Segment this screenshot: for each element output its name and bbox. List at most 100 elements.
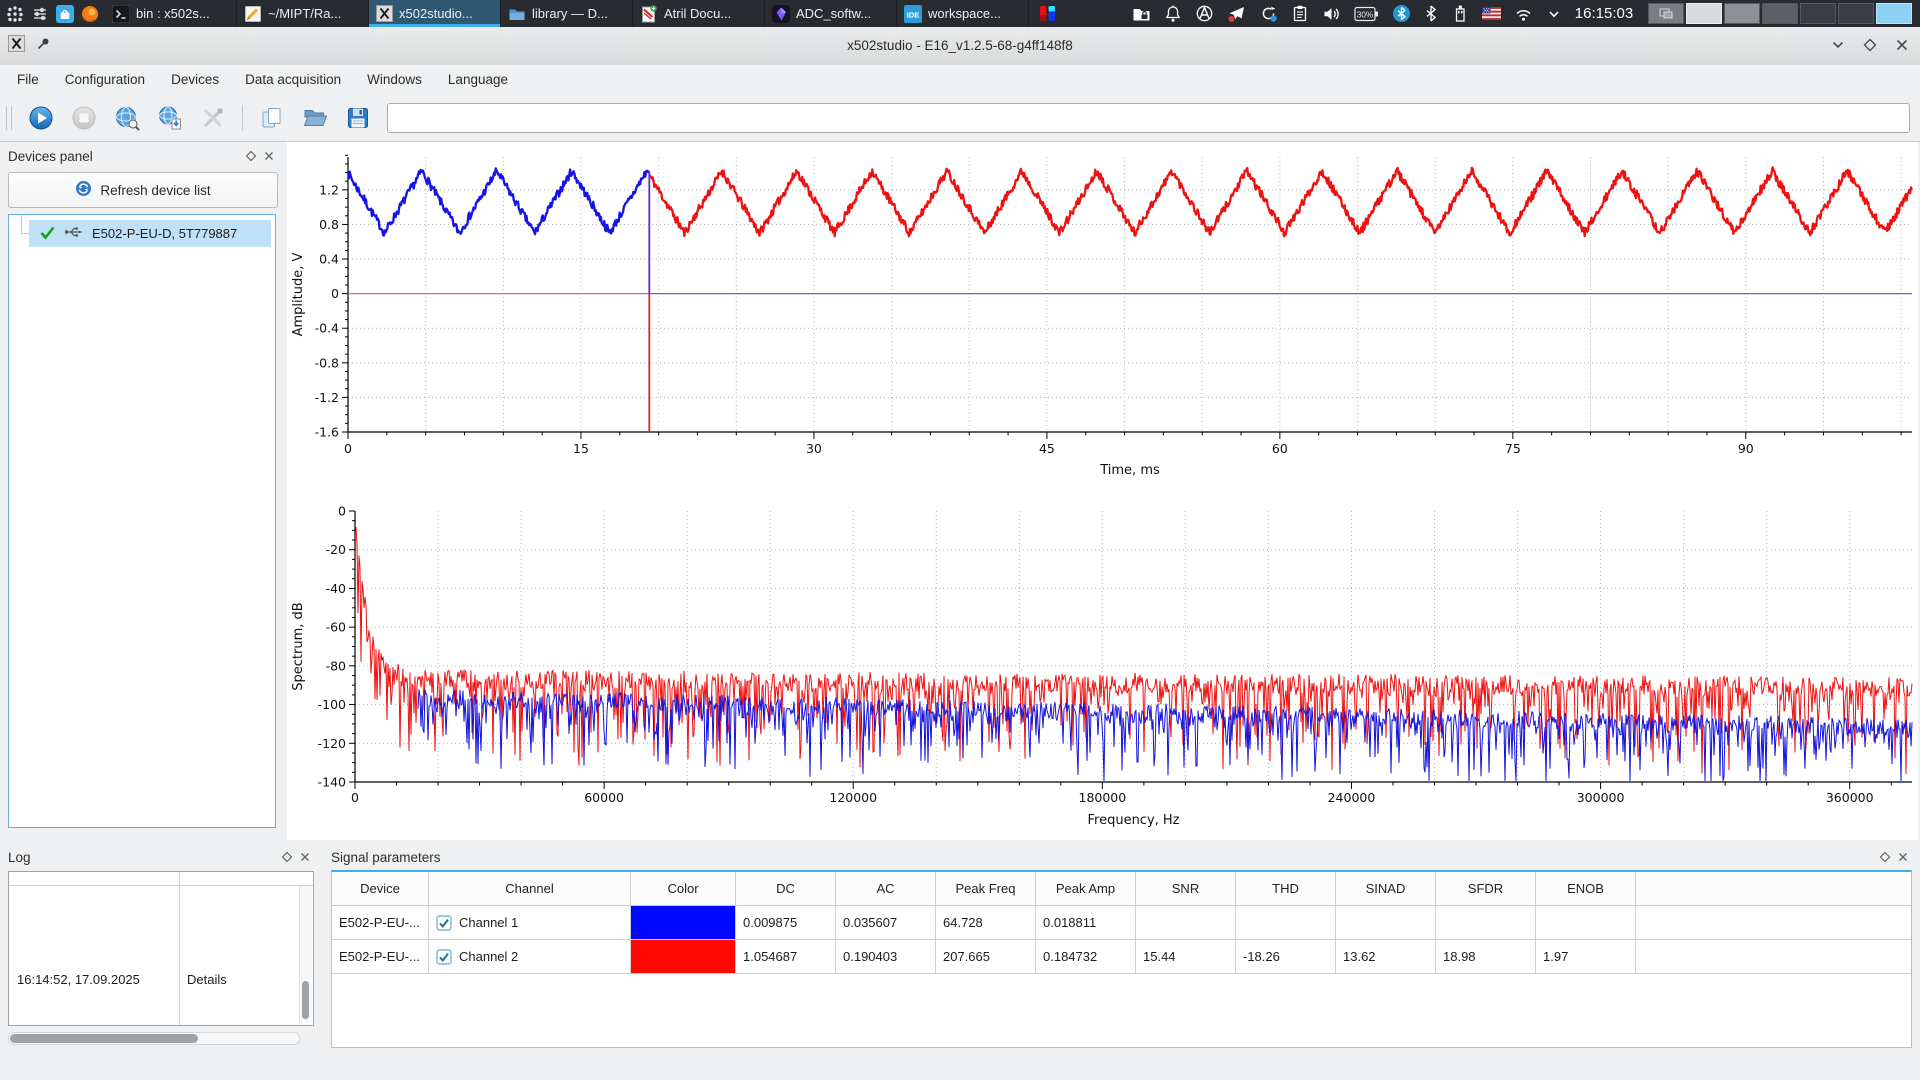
menu-data-acquisition[interactable]: Data acquisition xyxy=(232,65,354,95)
refresh-device-list-button[interactable]: Refresh device list xyxy=(8,172,278,208)
clock[interactable]: 16:15:03 xyxy=(1564,0,1644,27)
log-entry-details[interactable]: Details xyxy=(187,972,227,987)
system-tray: 30% xyxy=(1038,0,1562,27)
svg-text:360000: 360000 xyxy=(1826,790,1874,805)
taskbar-window-button[interactable]: library — D... xyxy=(501,0,633,27)
firefox-icon[interactable] xyxy=(81,5,99,23)
taskbar-window-label: library — D... xyxy=(532,6,608,21)
column-header-thd[interactable]: THD xyxy=(1236,872,1336,905)
tray-levels-icon[interactable] xyxy=(1038,4,1057,24)
float-panel-icon[interactable] xyxy=(1876,848,1894,866)
scrollbar-thumb[interactable] xyxy=(10,1034,198,1043)
close-panel-icon[interactable] xyxy=(296,848,314,866)
float-panel-icon[interactable] xyxy=(242,147,260,165)
column-header-device[interactable]: Device xyxy=(332,872,429,905)
close-panel-icon[interactable] xyxy=(260,147,278,165)
system-settings-icon[interactable] xyxy=(31,5,49,23)
taskbar-window-button[interactable]: ~/MIPT/Ra... xyxy=(237,0,369,27)
device-label: E502-P-EU-D, 5T779887 xyxy=(92,226,237,241)
start-acquisition-button[interactable] xyxy=(27,104,55,132)
virtual-desktop-5[interactable] xyxy=(1800,3,1836,24)
svg-text:0: 0 xyxy=(351,790,359,805)
app-menu-icon[interactable] xyxy=(6,5,24,23)
folder-lock-icon[interactable] xyxy=(1132,4,1151,24)
network-search-button[interactable] xyxy=(113,104,141,132)
wifi-icon[interactable] xyxy=(1514,4,1533,24)
tools-button[interactable] xyxy=(199,104,227,132)
copy-button[interactable] xyxy=(258,104,286,132)
column-header-peak-amp[interactable]: Peak Amp xyxy=(1036,872,1136,905)
time-waveform-chart[interactable]: 01530456075901.20.80.40-0.4-0.8-1.2-1.6T… xyxy=(287,142,1918,492)
clipboard-icon[interactable] xyxy=(1291,4,1309,24)
log-vertical-scrollbar[interactable] xyxy=(299,886,312,1023)
device-tree[interactable]: E502-P-EU-D, 5T779887 xyxy=(8,214,276,828)
close-panel-icon[interactable] xyxy=(1894,848,1912,866)
color-cell[interactable] xyxy=(631,940,736,973)
log-horizontal-scrollbar[interactable] xyxy=(8,1032,300,1045)
menu-configuration[interactable]: Configuration xyxy=(52,65,158,95)
float-panel-icon[interactable] xyxy=(278,848,296,866)
folder-open-icon xyxy=(302,105,328,131)
terminal-icon xyxy=(112,5,130,23)
toolbar-input[interactable] xyxy=(387,103,1910,133)
column-header-color[interactable]: Color xyxy=(631,872,736,905)
bluetooth-active-icon[interactable] xyxy=(1392,4,1411,24)
notifications-icon[interactable] xyxy=(1164,4,1182,24)
column-header-sinad[interactable]: SINAD xyxy=(1336,872,1436,905)
color-cell[interactable] xyxy=(631,906,736,939)
keyboard-us-flag-icon[interactable] xyxy=(1482,4,1501,24)
device-cell: E502-P-EU-... xyxy=(332,940,429,973)
close-window-button[interactable] xyxy=(1894,37,1910,58)
taskbar-window-button[interactable]: x502studio... xyxy=(369,0,501,27)
column-header-channel[interactable]: Channel xyxy=(429,872,631,905)
restore-window-button[interactable] xyxy=(1862,37,1878,58)
menu-devices[interactable]: Devices xyxy=(158,65,232,95)
column-header-snr[interactable]: SNR xyxy=(1136,872,1236,905)
updates-icon[interactable] xyxy=(1259,4,1278,24)
column-header-sfdr[interactable]: SFDR xyxy=(1436,872,1536,905)
window-titlebar[interactable]: x502studio - E16_v1.2.5-68-g4ff148f8 xyxy=(0,27,1920,66)
chevron-down-icon[interactable] xyxy=(1546,4,1562,24)
taskbar-window-button[interactable]: Atril Docu... xyxy=(633,0,765,27)
taskbar-window-button[interactable]: ADC_softw... xyxy=(765,0,897,27)
column-header-ac[interactable]: AC xyxy=(836,872,936,905)
svg-text:0: 0 xyxy=(338,504,346,519)
channel-checkbox[interactable] xyxy=(436,915,452,931)
open-button[interactable] xyxy=(301,104,329,132)
channel-checkbox[interactable] xyxy=(436,949,452,965)
stop-acquisition-button[interactable] xyxy=(70,104,98,132)
virtual-desktop-4[interactable] xyxy=(1762,3,1798,24)
discover-icon[interactable] xyxy=(56,5,74,23)
menu-language[interactable]: Language xyxy=(435,65,521,95)
network-info-button[interactable] xyxy=(156,104,184,132)
save-button[interactable] xyxy=(344,104,372,132)
svg-text:-40: -40 xyxy=(326,581,346,596)
battery-icon[interactable]: 30% xyxy=(1354,4,1379,24)
column-header-peak-freq[interactable]: Peak Freq xyxy=(936,872,1036,905)
virtual-desktop-1[interactable] xyxy=(1648,3,1684,24)
menu-windows[interactable]: Windows xyxy=(354,65,435,95)
menu-file[interactable]: File xyxy=(4,65,52,95)
circle-a-icon[interactable] xyxy=(1195,4,1214,24)
spectrum-chart[interactable]: 0600001200001800002400003000003600000-20… xyxy=(287,497,1918,845)
column-header-dc[interactable]: DC xyxy=(736,872,836,905)
scrollbar-thumb[interactable] xyxy=(302,981,309,1019)
column-header-enob[interactable]: ENOB xyxy=(1536,872,1636,905)
svg-text:45: 45 xyxy=(1039,441,1055,456)
volume-icon[interactable] xyxy=(1322,4,1341,24)
virtual-desktop-6[interactable] xyxy=(1838,3,1874,24)
device-tree-item[interactable]: E502-P-EU-D, 5T779887 xyxy=(29,220,271,247)
usb-device-icon[interactable] xyxy=(1451,4,1469,24)
toolbar-drag-handle[interactable] xyxy=(6,106,12,130)
telegram-icon[interactable] xyxy=(1227,4,1246,24)
log-table[interactable]: 16:14:52, 17.09.2025 Details xyxy=(8,871,314,1026)
virtual-desktop-7[interactable] xyxy=(1876,3,1912,24)
virtual-desktop-3[interactable] xyxy=(1724,3,1760,24)
taskbar-window-button[interactable]: IDEworkspace... xyxy=(897,0,1029,27)
shade-window-button[interactable] xyxy=(1830,37,1846,58)
bluetooth-icon[interactable] xyxy=(1424,4,1438,24)
taskbar-window-label: workspace... xyxy=(928,6,1001,21)
desktop: bin : x502s... ~/MIPT/Ra... x502studio..… xyxy=(0,0,1920,1080)
taskbar-window-button[interactable]: bin : x502s... xyxy=(105,0,237,27)
virtual-desktop-2[interactable] xyxy=(1686,3,1722,24)
